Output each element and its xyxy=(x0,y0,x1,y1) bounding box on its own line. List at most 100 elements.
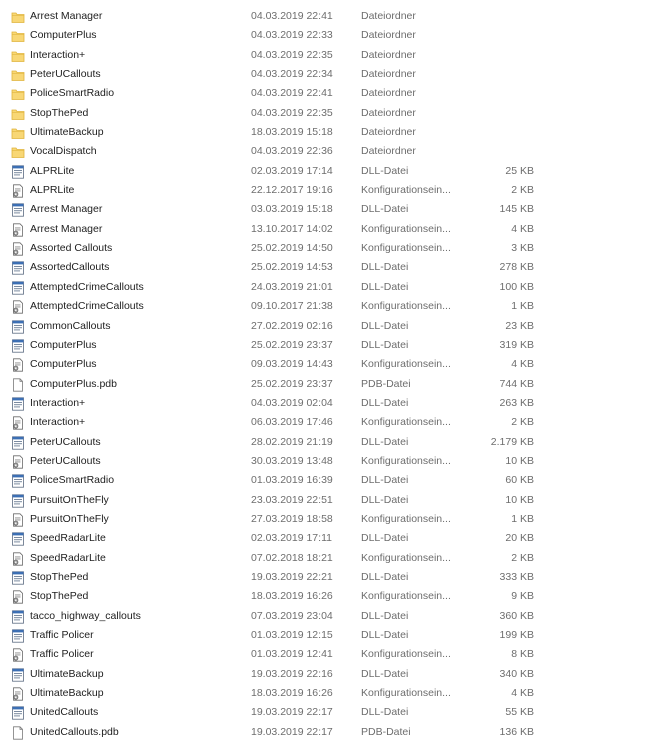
file-row[interactable]: UltimateBackup 18.03.2019 16:26 Konfigurat… xyxy=(0,684,668,703)
file-row[interactable]: StopThePed 04.03.2019 22:35 Dateiordner xyxy=(0,104,668,123)
file-size: 319 KB xyxy=(499,338,534,351)
config-file-icon xyxy=(11,552,25,566)
file-date-modified: 07.03.2019 23:04 xyxy=(251,609,333,622)
file-size: 333 KB xyxy=(499,570,534,583)
file-type: Konfigurationsein... xyxy=(361,222,451,235)
file-date-modified: 09.03.2019 14:43 xyxy=(251,358,333,371)
file-row[interactable]: Interaction+ 06.03.2019 17:46 Konfiguratio… xyxy=(0,413,668,432)
file-date-modified: 09.10.2017 21:38 xyxy=(251,300,333,313)
file-row[interactable]: ComputerPlus.pdb 25.02.2019 23:37 PDB-Date… xyxy=(0,375,668,394)
file-type: Konfigurationsein... xyxy=(361,687,451,700)
file-name: ComputerPlus xyxy=(30,358,97,371)
file-date-modified: 04.03.2019 22:41 xyxy=(251,87,333,100)
file-row[interactable]: AttemptedCrimeCallouts 09.10.2017 21:38 Ko… xyxy=(0,297,668,316)
file-row[interactable]: UltimateBackup 19.03.2019 22:16 DLL-Datei 3… xyxy=(0,665,668,684)
file-type: DLL-Datei xyxy=(361,493,409,506)
file-size: 9 KB xyxy=(511,590,534,603)
file-size: 10 KB xyxy=(505,493,534,506)
dll-file-icon xyxy=(11,435,25,450)
dll-file-icon xyxy=(11,493,25,508)
file-row[interactable]: tacco_highway_callouts 07.03.2019 23:04 DL… xyxy=(0,607,668,626)
file-row[interactable]: SpeedRadarLite 07.02.2018 18:21 Konfigurat… xyxy=(0,549,668,568)
file-row[interactable]: ComputerPlus 09.03.2019 14:43 Konfiguratio… xyxy=(0,355,668,374)
blank-file-icon xyxy=(11,726,25,740)
config-file-icon xyxy=(11,513,25,527)
file-size: 744 KB xyxy=(499,377,534,390)
file-row[interactable]: AssortedCallouts 25.02.2019 14:53 DLL-Date… xyxy=(0,258,668,277)
file-name: Interaction+ xyxy=(30,48,86,61)
file-name: PeterUCallouts xyxy=(30,68,101,81)
file-name: Traffic Policer xyxy=(30,629,94,641)
file-type: DLL-Datei xyxy=(361,319,409,332)
file-size: 3 KB xyxy=(511,242,534,255)
file-row[interactable]: ALPRLite 02.03.2019 17:14 DLL-Datei 25 KB xyxy=(0,162,668,181)
file-size: 10 KB xyxy=(505,454,534,467)
file-row[interactable]: Traffic Policer 01.03.2019 12:41 Konfigura… xyxy=(0,645,668,664)
file-size: 4 KB xyxy=(511,687,534,700)
file-row[interactable]: PeterUCallouts 28.02.2019 21:19 DLL-Datei 2… xyxy=(0,433,668,452)
file-type: DLL-Datei xyxy=(361,629,409,641)
file-row[interactable]: PursuitOnTheFly 27.03.2019 18:58 Konfigura… xyxy=(0,510,668,529)
file-type: Dateiordner xyxy=(361,68,416,81)
config-file-icon xyxy=(11,687,25,701)
file-row[interactable]: StopThePed 18.03.2019 16:26 Konfigurations… xyxy=(0,587,668,606)
file-date-modified: 04.03.2019 02:04 xyxy=(251,396,333,409)
file-row[interactable]: ComputerPlus 04.03.2019 22:33 Dateiordner xyxy=(0,26,668,45)
file-size: 4 KB xyxy=(511,358,534,371)
file-date-modified: 13.10.2017 14:02 xyxy=(251,222,333,235)
file-row[interactable]: PeterUCallouts 04.03.2019 22:34 Dateiordne… xyxy=(0,65,668,84)
file-date-modified: 02.03.2019 17:11 xyxy=(251,532,332,545)
file-row[interactable]: Arrest Manager 13.10.2017 14:02 Konfigurat… xyxy=(0,220,668,239)
dll-file-icon xyxy=(11,706,25,720)
file-row[interactable]: VocalDispatch 04.03.2019 22:36 Dateiordner xyxy=(0,142,668,161)
dll-file-icon xyxy=(11,571,25,585)
file-size: 2 KB xyxy=(511,184,534,197)
file-row[interactable]: UnitedCallouts 19.03.2019 22:17 DLL-Datei 5… xyxy=(0,703,668,722)
file-date-modified: 28.02.2019 21:19 xyxy=(251,435,333,448)
file-name: StopThePed xyxy=(30,590,89,603)
file-row[interactable]: ALPRLite 22.12.2017 19:16 Konfigurationsei… xyxy=(0,181,668,200)
file-row[interactable]: Arrest Manager 04.03.2019 22:41 Dateiordne… xyxy=(0,7,668,26)
file-size: 8 KB xyxy=(511,648,534,661)
file-row[interactable]: StopThePed 19.03.2019 22:21 DLL-Datei 333 K… xyxy=(0,568,668,587)
file-name: PoliceSmartRadio xyxy=(30,87,115,100)
file-name: UnitedCallouts xyxy=(30,706,99,719)
file-row[interactable]: UnitedCallouts.pdb 19.03.2019 22:17 PDB-Da… xyxy=(0,723,668,742)
file-date-modified: 04.03.2019 22:41 xyxy=(251,10,333,22)
dll-file-icon xyxy=(11,532,25,546)
file-type: PDB-Datei xyxy=(361,377,411,390)
file-size: 136 KB xyxy=(499,725,534,738)
file-date-modified: 25.02.2019 14:53 xyxy=(251,261,333,274)
file-name: PoliceSmartRadio xyxy=(30,474,115,487)
file-date-modified: 01.03.2019 12:41 xyxy=(251,648,333,661)
file-type: Dateiordner xyxy=(361,126,416,139)
file-row[interactable]: Interaction+ 04.03.2019 02:04 DLL-Datei 263… xyxy=(0,394,668,413)
file-row[interactable]: Traffic Policer 01.03.2019 12:15 DLL-Datei… xyxy=(0,626,668,645)
file-date-modified: 24.03.2019 21:01 xyxy=(251,280,333,293)
file-size: 199 KB xyxy=(499,629,534,641)
file-date-modified: 25.02.2019 23:37 xyxy=(251,377,333,390)
file-type: DLL-Datei xyxy=(361,164,409,177)
file-row[interactable]: PursuitOnTheFly 23.03.2019 22:51 DLL-Datei… xyxy=(0,491,668,510)
file-row[interactable]: Arrest Manager 03.03.2019 15:18 DLL-Datei 1… xyxy=(0,200,668,219)
config-file-icon xyxy=(11,184,25,198)
file-row[interactable]: PoliceSmartRadio 04.03.2019 22:41 Dateiord… xyxy=(0,84,668,103)
file-row[interactable]: PoliceSmartRadio 01.03.2019 16:39 DLL-Date… xyxy=(0,471,668,490)
file-date-modified: 25.02.2019 14:50 xyxy=(251,242,333,255)
file-row[interactable]: SpeedRadarLite 02.03.2019 17:11 DLL-Datei 2… xyxy=(0,529,668,548)
file-row[interactable]: UltimateBackup 18.03.2019 15:18 Dateiordne… xyxy=(0,123,668,142)
file-date-modified: 01.03.2019 12:15 xyxy=(251,629,333,641)
file-type: DLL-Datei xyxy=(361,261,409,274)
file-row[interactable]: AttemptedCrimeCallouts 24.03.2019 21:01 DL… xyxy=(0,278,668,297)
file-date-modified: 04.03.2019 22:35 xyxy=(251,48,333,61)
dll-file-icon xyxy=(11,261,25,276)
file-row[interactable]: Assorted Callouts 25.02.2019 14:50 Konfigu… xyxy=(0,239,668,258)
file-row[interactable]: CommonCallouts 27.02.2019 02:16 DLL-Datei 2… xyxy=(0,317,668,336)
file-row[interactable]: Interaction+ 04.03.2019 22:35 Dateiordner xyxy=(0,46,668,65)
file-row[interactable]: ComputerPlus 25.02.2019 23:37 DLL-Datei 319… xyxy=(0,336,668,355)
file-name: CommonCallouts xyxy=(30,319,111,332)
file-row[interactable]: PeterUCallouts 30.03.2019 13:48 Konfigurat… xyxy=(0,452,668,471)
file-type: DLL-Datei xyxy=(361,203,409,216)
dll-file-icon xyxy=(11,610,25,624)
file-date-modified: 03.03.2019 15:18 xyxy=(251,203,333,216)
